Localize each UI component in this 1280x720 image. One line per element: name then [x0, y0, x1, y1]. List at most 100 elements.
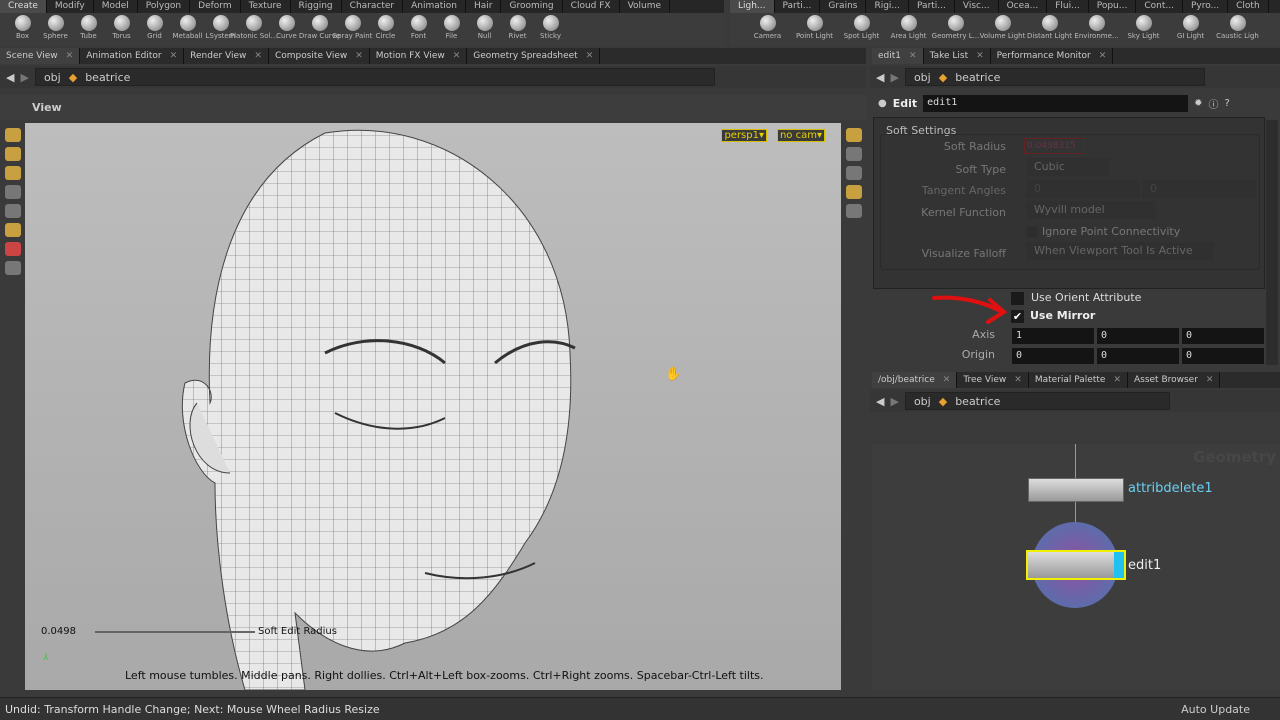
display-option-icon[interactable] [846, 128, 862, 142]
tab-geometry-spreadsheet[interactable]: Geometry Spreadsheet ✕ [467, 48, 601, 64]
select-tool-icon[interactable] [4, 128, 21, 142]
tab-create[interactable]: Create [0, 0, 47, 13]
tab-scene-view[interactable]: Scene View ✕ [0, 48, 81, 64]
path-obj[interactable]: obj [44, 71, 61, 84]
node-attribdelete1[interactable] [1028, 478, 1124, 502]
help-icon[interactable]: ⓘ [1209, 96, 1219, 111]
tab-popu-[interactable]: Popu... [1089, 0, 1137, 13]
path-beatrice[interactable]: beatrice [85, 71, 130, 84]
use-orient-checkbox[interactable] [1011, 292, 1024, 305]
tab-volume[interactable]: Volume [620, 0, 671, 13]
tab-rigi-[interactable]: Rigi... [866, 0, 910, 13]
path-beatrice[interactable]: beatrice [955, 71, 1000, 84]
tool-sky-light[interactable]: Sky Light [1120, 13, 1167, 46]
handle-tool-icon[interactable] [4, 223, 21, 237]
node-label-edit1[interactable]: edit1 [1128, 558, 1161, 573]
close-tab-icon[interactable]: ✕ [1014, 372, 1022, 388]
tab-material-palette[interactable]: Material Palette ✕ [1029, 372, 1128, 388]
tool-caustic-ligh[interactable]: Caustic Ligh [1214, 13, 1261, 46]
question-icon[interactable]: ? [1225, 98, 1230, 109]
tool-platonic-sol-[interactable]: Platonic Sol... [230, 13, 277, 46]
rotate-tool-icon[interactable] [4, 166, 21, 180]
tool-point-light[interactable]: Point Light [791, 13, 838, 46]
forward-arrow-icon[interactable]: ▶ [890, 71, 898, 84]
node-name-field[interactable]: edit1 [923, 94, 1189, 112]
tab-render-view[interactable]: Render View ✕ [184, 48, 269, 64]
origin-y-field[interactable]: 0 [1097, 348, 1179, 364]
path-field[interactable]: obj ◆ beatrice [34, 68, 715, 86]
tool-distant-light[interactable]: Distant Light [1026, 13, 1073, 46]
node-label-attribdelete1[interactable]: attribdelete1 [1128, 481, 1213, 496]
use-mirror-checkbox[interactable]: ✔ [1011, 310, 1024, 323]
tab-motion-fx-view[interactable]: Motion FX View ✕ [370, 48, 468, 64]
visualize-falloff-menu[interactable]: When Viewport Tool Is Active [1026, 242, 1214, 260]
lock-icon[interactable] [846, 147, 862, 161]
tool-metaball[interactable]: Metaball [171, 13, 204, 46]
tool-spray-paint[interactable]: Spray Paint [333, 13, 372, 46]
tab-grains[interactable]: Grains [820, 0, 867, 13]
tool-curve[interactable]: Curve [270, 13, 303, 46]
kernel-function-menu[interactable]: Wyvill model [1026, 201, 1156, 219]
tab-model[interactable]: Model [94, 0, 138, 13]
tool-draw-curve[interactable]: Draw Curve [299, 13, 340, 46]
tab-ligh-[interactable]: Ligh... [730, 0, 775, 13]
back-arrow-icon[interactable]: ◀ [876, 71, 884, 84]
tool-sphere[interactable]: Sphere [39, 13, 72, 46]
tab-deform[interactable]: Deform [190, 0, 241, 13]
viewport[interactable]: persp1▾ no cam▾ ✋ 0.0498 Soft Edit Radiu… [25, 123, 841, 690]
close-tab-icon[interactable]: ✕ [1206, 372, 1214, 388]
tab-flui-[interactable]: Flui... [1047, 0, 1089, 13]
update-mode-menu[interactable]: Auto Update [1181, 703, 1250, 716]
tab--obj-beatrice[interactable]: /obj/beatrice ✕ [872, 372, 958, 388]
close-tab-icon[interactable]: ✕ [453, 48, 461, 64]
gear-icon[interactable]: ✹ [1194, 98, 1202, 109]
tab-asset-browser[interactable]: Asset Browser ✕ [1128, 372, 1221, 388]
tab-character[interactable]: Character [342, 0, 404, 13]
magnet-icon[interactable] [4, 242, 21, 256]
tool-tube[interactable]: Tube [72, 13, 105, 46]
shading-icon[interactable] [846, 204, 862, 218]
tool-lsystem[interactable]: LSystem [204, 13, 237, 46]
cam-select-menu[interactable]: no cam▾ [776, 129, 825, 142]
close-tab-icon[interactable]: ✕ [66, 48, 74, 64]
tool-gi-light[interactable]: GI Light [1167, 13, 1214, 46]
scale-tool-icon[interactable] [4, 185, 21, 199]
close-tab-icon[interactable]: ✕ [909, 48, 917, 64]
tab-tree-view[interactable]: Tree View ✕ [957, 372, 1029, 388]
param-scrollbar[interactable] [1266, 120, 1278, 365]
tool-area-light[interactable]: Area Light [885, 13, 932, 46]
soft-radius-field[interactable]: 0.0498315 [1024, 138, 1084, 154]
path-field[interactable]: obj ◆ beatrice [904, 392, 1170, 410]
forward-arrow-icon[interactable]: ▶ [20, 71, 28, 84]
tab-cloud-fx[interactable]: Cloud FX [563, 0, 620, 13]
tab-rigging[interactable]: Rigging [291, 0, 342, 13]
tab-texture[interactable]: Texture [241, 0, 291, 13]
back-arrow-icon[interactable]: ◀ [876, 395, 884, 408]
camera-icon[interactable] [846, 166, 862, 180]
tool-font[interactable]: Font [402, 13, 435, 46]
tangent-angle-2[interactable]: 0 [1142, 180, 1256, 198]
tab-cont-[interactable]: Cont... [1136, 0, 1183, 13]
tab-performance-monitor[interactable]: Performance Monitor ✕ [991, 48, 1114, 64]
close-tab-icon[interactable]: ✕ [355, 48, 363, 64]
tool-geometry-l-[interactable]: Geometry L... [932, 13, 979, 46]
close-tab-icon[interactable]: ✕ [1113, 372, 1121, 388]
tab-hair[interactable]: Hair [466, 0, 502, 13]
move-tool-icon[interactable] [4, 147, 21, 161]
ignore-connectivity-checkbox[interactable] [1026, 226, 1038, 238]
tangent-angle-1[interactable]: 0 [1026, 180, 1140, 198]
tab-cloth[interactable]: Cloth [1228, 0, 1269, 13]
close-tab-icon[interactable]: ✕ [1099, 48, 1107, 64]
tab-ocea-[interactable]: Ocea... [999, 0, 1048, 13]
axis-x-field[interactable]: 1 [1012, 328, 1094, 344]
path-field[interactable]: obj ◆ beatrice [904, 68, 1205, 86]
pose-tool-icon[interactable] [4, 204, 21, 218]
tab-modify[interactable]: Modify [47, 0, 94, 13]
origin-z-field[interactable]: 0 [1182, 348, 1264, 364]
tab-edit1[interactable]: edit1 ✕ [872, 48, 924, 64]
tool-null[interactable]: Null [468, 13, 501, 46]
tool-file[interactable]: File [435, 13, 468, 46]
tool-rivet[interactable]: Rivet [501, 13, 534, 46]
tab-animation-editor[interactable]: Animation Editor ✕ [80, 48, 185, 64]
tool-environme-[interactable]: Environme... [1073, 13, 1120, 46]
